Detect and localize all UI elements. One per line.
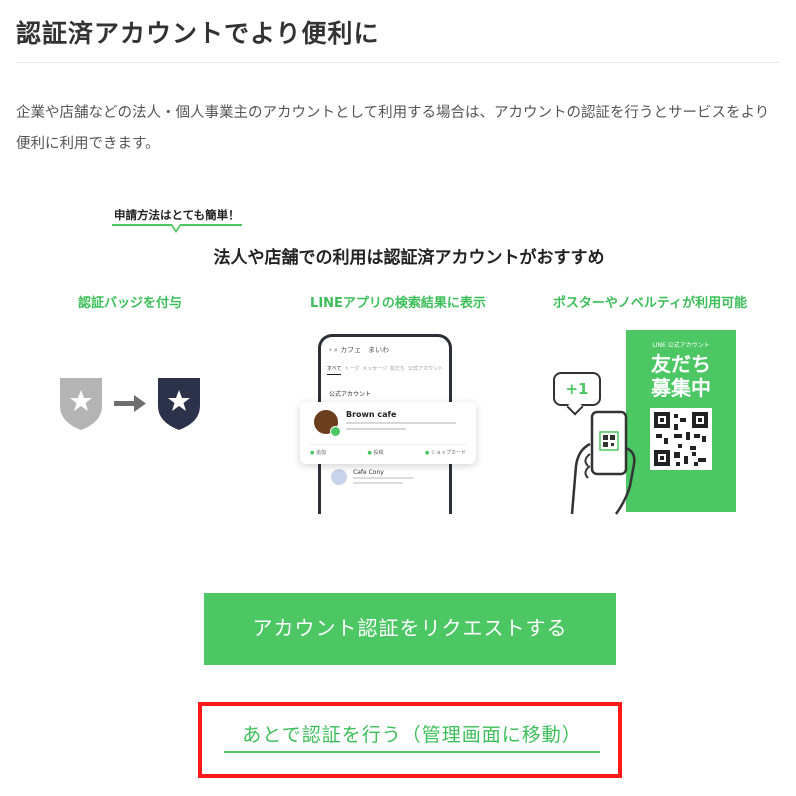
phone-section-label: 公式アカウント	[329, 391, 372, 398]
result-name: Brown cafe	[346, 410, 397, 419]
phone-tab: 公式アカウント	[407, 366, 443, 372]
title-divider	[16, 62, 780, 63]
phone-tab: トーク	[344, 366, 360, 372]
phone-tab: すべて	[327, 365, 342, 375]
unverified-shield-icon	[60, 378, 102, 430]
page-description: 企業や店舗などの法人・個人事業主のアカウントとして利用する場合は、アカウントの認…	[16, 105, 770, 152]
verified-shield-icon	[158, 378, 200, 430]
poster-line-2: 募集中	[651, 376, 711, 400]
qr-code-icon	[650, 408, 712, 470]
card-action: 追加	[310, 449, 326, 456]
poster-line-1: 友だち	[651, 352, 711, 376]
phone-search-bar: ‹ ⌕ カフェ まいわ	[329, 345, 441, 359]
feature-label-search: LINEアプリの検索結果に表示	[310, 296, 486, 311]
phone-tabs: すべて トーク メッセージ 友だち 公式アカウント	[327, 365, 443, 375]
callout-badge: 申請方法はとても簡単！	[112, 204, 242, 233]
phone-result-row: Cafe Cony	[331, 467, 441, 511]
feature-label-poster: ポスターやノベルティが利用可能	[552, 296, 748, 311]
page-title: 認証済アカウントでより便利に	[16, 19, 380, 48]
verify-later-link[interactable]: あとで認証を行う（管理画面に移動）	[224, 720, 600, 753]
poster-top-text: LINE 公式アカウント	[652, 342, 710, 349]
result-name: Cafe Cony	[353, 469, 384, 476]
request-verification-button[interactable]: アカウント認証をリクエストする	[204, 593, 616, 665]
hand-holding-phone-icon	[570, 410, 636, 515]
arrow-right-icon	[114, 395, 146, 412]
card-action: 投稿	[368, 449, 383, 456]
phone-tab: 友だち	[390, 366, 406, 372]
card-action: ショップカード	[425, 449, 466, 456]
avatar	[331, 469, 347, 485]
promo-subheading: 法人や店舗での利用は認証済アカウントがおすすめ	[213, 248, 605, 268]
card-actions: 追加 投稿 ショップカード	[310, 444, 466, 456]
plus-one-bubble: +1	[553, 372, 601, 406]
avatar	[314, 410, 341, 437]
phone-search-query: カフェ まいわ	[340, 346, 390, 354]
badge-illustration	[60, 378, 200, 430]
poster-main-text: 友だち 募集中	[626, 352, 736, 400]
phone-tab: メッセージ	[362, 366, 388, 372]
feature-label-badge: 認証バッジを付与	[77, 296, 182, 311]
search-result-card: Brown cafe 追加 投稿 ショップカード	[300, 402, 476, 464]
